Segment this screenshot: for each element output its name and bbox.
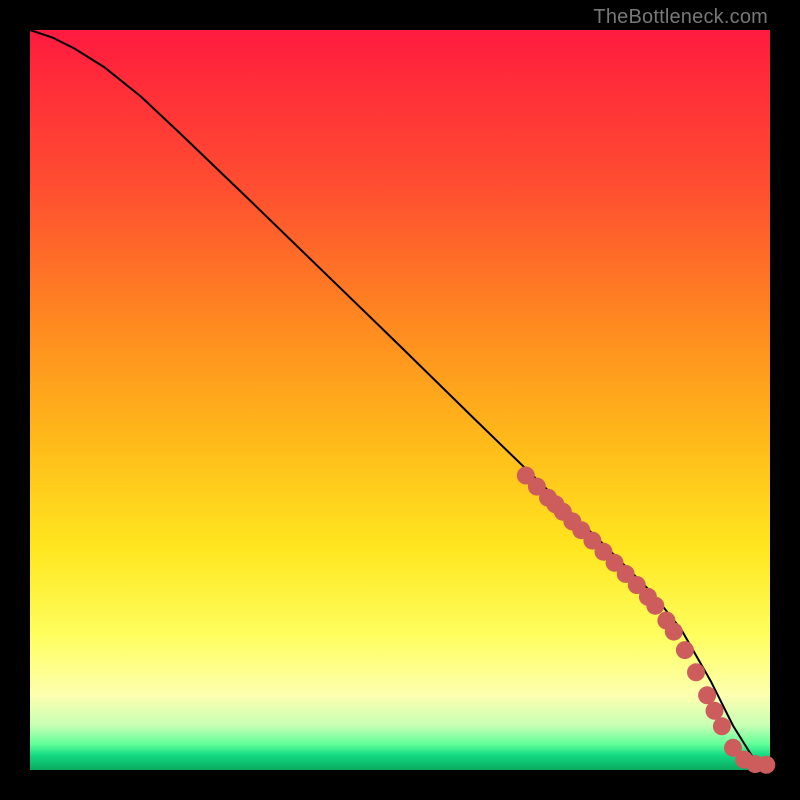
scatter-dot xyxy=(646,597,664,615)
scatter-dot xyxy=(706,702,724,720)
scatter-dot xyxy=(665,623,683,641)
chart-svg xyxy=(30,30,770,770)
watermark-text: TheBottleneck.com xyxy=(593,6,768,29)
scatter-group xyxy=(517,467,776,774)
scatter-dot xyxy=(698,686,716,704)
scatter-dot xyxy=(757,756,775,774)
chart-frame: TheBottleneck.com xyxy=(0,0,800,800)
scatter-dot xyxy=(676,641,694,659)
scatter-dot xyxy=(713,717,731,735)
curve-path xyxy=(30,30,770,766)
plot-area xyxy=(30,30,770,770)
scatter-dot xyxy=(687,663,705,681)
